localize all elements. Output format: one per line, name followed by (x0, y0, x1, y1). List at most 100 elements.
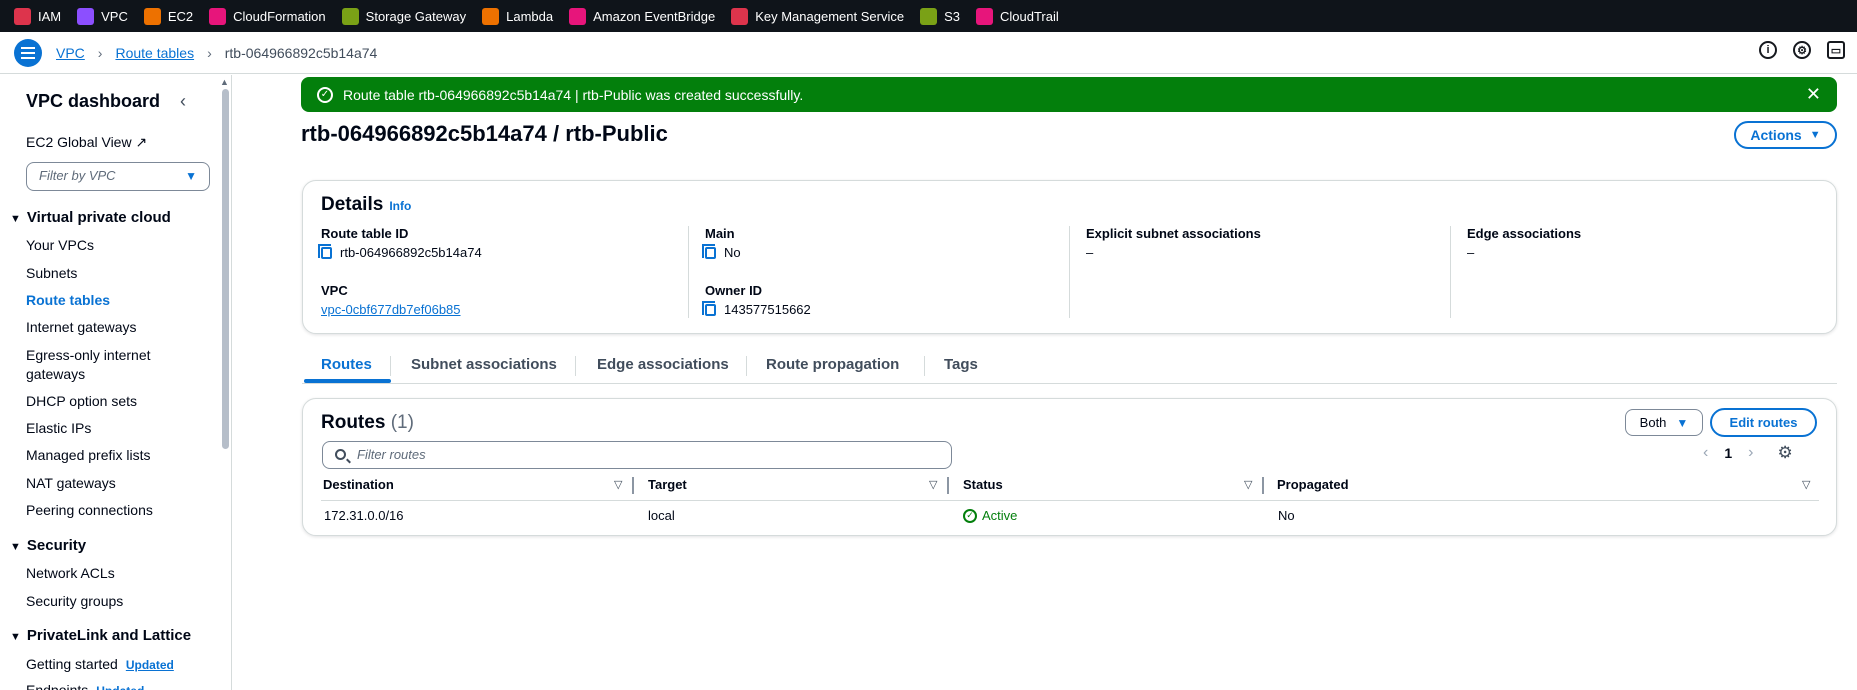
favorite-iam[interactable]: IAM (14, 7, 61, 25)
ec2-icon (143, 7, 161, 25)
sidebar-item-subnets[interactable]: Subnets (26, 265, 77, 281)
sidebar-item-dhcp-option-sets[interactable]: DHCP option sets (26, 393, 137, 409)
cloudformation-icon (209, 7, 227, 25)
settings-icon[interactable]: ⚙ (1793, 41, 1811, 59)
favorite-cloudtrail[interactable]: CloudTrail (975, 7, 1059, 25)
tab-edge-associations[interactable]: Edge associations (597, 356, 729, 373)
sidebar-item-getting-started[interactable]: Getting started Updated (26, 656, 174, 672)
header-tools: i ⚙ ▭ (1759, 41, 1845, 59)
breadcrumb-route-tables[interactable]: Route tables (115, 45, 194, 61)
sidebar-item-endpoints[interactable]: EndpointsUpdated (26, 682, 144, 690)
menu-toggle-button[interactable] (14, 38, 42, 67)
route-filter-select[interactable]: Both ▼ (1625, 409, 1703, 436)
copy-icon[interactable] (702, 300, 716, 316)
sort-icon[interactable]: ▽ (1244, 478, 1252, 491)
sidebar-item-route-tables[interactable]: Route tables (26, 292, 110, 308)
breadcrumb-bar: VPC › Route tables › rtb-064966892c5b14a… (0, 32, 1857, 74)
info-link[interactable]: Info (389, 199, 411, 213)
details-panel: Details Info Route table ID rtb-064966892… (302, 180, 1837, 334)
gear-icon[interactable]: ⚙ (1777, 443, 1792, 463)
caret-down-icon: ▼ (185, 169, 197, 183)
favorite-cloudformation[interactable]: CloudFormation (209, 7, 326, 25)
routes-heading: Routes (1) (321, 412, 414, 433)
filter-routes-input[interactable]: Filter routes (322, 441, 952, 469)
caret-down-icon: ▼ (1676, 415, 1689, 430)
tab-divider (390, 356, 391, 376)
sidebar-item-network-acls[interactable]: Network ACLs (26, 565, 115, 581)
favorite-kms[interactable]: Key Management Service (731, 7, 904, 25)
tab-route-propagation[interactable]: Route propagation (766, 356, 899, 373)
tab-tags[interactable]: Tags (944, 356, 978, 373)
sidebar-item-egress-only-gateways[interactable]: Egress-only internet (26, 347, 151, 363)
favorite-ec2[interactable]: EC2 (143, 7, 193, 25)
status-check-icon: ✓ (963, 508, 977, 523)
sidebar-item-egress-only-gateways-line2[interactable]: gateways (26, 366, 85, 382)
column-divider[interactable] (1262, 477, 1264, 494)
chevron-right-icon[interactable]: › (1748, 444, 1753, 462)
details-col-2: Main No Owner ID 143577515662 (688, 226, 1068, 318)
detail-tabs: Routes Subnet associations Edge associat… (302, 350, 1837, 384)
display-icon[interactable]: ▭ (1827, 41, 1845, 59)
explicit-subnet-label: Explicit subnet associations (1086, 226, 1261, 241)
page-number[interactable]: 1 (1724, 445, 1732, 461)
table-header-rule (321, 500, 1819, 501)
sort-icon[interactable]: ▽ (929, 478, 937, 491)
search-icon (335, 449, 346, 460)
route-table-id-label: Route table ID (321, 226, 409, 241)
sidebar-item-peering-connections[interactable]: Peering connections (26, 502, 153, 518)
chevron-left-icon[interactable]: ‹ (1703, 444, 1708, 462)
routes-count: (1) (390, 412, 414, 433)
sidebar-item-nat-gateways[interactable]: NAT gateways (26, 475, 116, 491)
explicit-subnet-value: – (1086, 245, 1094, 260)
flash-message: Route table rtb-064966892c5b14a74 | rtb-… (343, 86, 804, 103)
column-header-propagated[interactable]: Propagated (1277, 477, 1349, 492)
caret-down-icon: ▼ (10, 631, 21, 643)
breadcrumb-vpc[interactable]: VPC (56, 45, 85, 61)
section-virtual-private-cloud[interactable]: ▼ Virtual private cloud (10, 209, 171, 226)
details-heading: Details Info (321, 194, 412, 215)
actions-button[interactable]: Actions ▼ (1734, 121, 1837, 149)
favorite-eventbridge[interactable]: Amazon EventBridge (569, 7, 715, 25)
copy-icon[interactable] (318, 243, 332, 259)
tab-routes[interactable]: Routes (321, 356, 372, 373)
sidebar-title[interactable]: VPC dashboard (26, 91, 160, 112)
tab-subnet-associations[interactable]: Subnet associations (411, 356, 557, 373)
sort-icon[interactable]: ▽ (614, 478, 622, 491)
vpc-link[interactable]: vpc-0cbf677db7ef06b85 (321, 302, 681, 317)
routes-panel: Routes (1) Both ▼ Edit routes Filter rout… (302, 398, 1837, 536)
favorite-vpc[interactable]: VPC (77, 7, 128, 25)
column-header-status[interactable]: Status (963, 477, 1003, 492)
sidebar-item-internet-gateways[interactable]: Internet gateways (26, 319, 137, 335)
sort-icon[interactable]: ▽ (1802, 478, 1810, 491)
filter-by-vpc-select[interactable]: Filter by VPC ▼ (26, 162, 210, 191)
owner-id-value: 143577515662 (702, 300, 1068, 317)
copy-icon[interactable] (702, 243, 716, 259)
column-divider[interactable] (947, 477, 949, 494)
sidebar-item-security-groups[interactable]: Security groups (26, 593, 123, 609)
scroll-up-icon[interactable]: ▲ (220, 77, 229, 87)
details-col-3: Explicit subnet associations – (1069, 226, 1449, 318)
sidebar-item-managed-prefix-lists[interactable]: Managed prefix lists (26, 447, 151, 463)
cloudtrail-icon (975, 7, 993, 25)
favorite-lambda[interactable]: Lambda (482, 7, 553, 25)
close-icon[interactable]: ✕ (1806, 84, 1821, 105)
section-privatelink-lattice[interactable]: ▼ PrivateLink and Lattice (10, 627, 191, 644)
edge-associations-label: Edge associations (1467, 226, 1582, 241)
column-divider[interactable] (632, 477, 634, 494)
iam-icon (14, 7, 31, 25)
sidebar-item-ec2-global-view[interactable]: EC2 Global View ↗ (26, 134, 147, 151)
chevron-left-icon[interactable]: ‹ (180, 91, 186, 112)
caret-down-icon: ▼ (10, 541, 21, 553)
info-icon[interactable]: i (1759, 41, 1777, 59)
column-header-target[interactable]: Target (648, 477, 687, 492)
sidebar-item-your-vpcs[interactable]: Your VPCs (26, 237, 94, 253)
sidebar-scrollbar[interactable] (222, 89, 229, 449)
edit-routes-button[interactable]: Edit routes (1710, 408, 1817, 437)
cell-status: ✓ Active (963, 508, 1017, 523)
section-security[interactable]: ▼ Security (10, 537, 86, 554)
favorite-storage-gateway[interactable]: Storage Gateway (341, 7, 466, 25)
column-header-destination[interactable]: Destination (323, 477, 394, 492)
favorite-s3[interactable]: S3 (920, 7, 960, 25)
sidebar-item-elastic-ips[interactable]: Elastic IPs (26, 420, 91, 436)
updated-badge: Updated (96, 684, 144, 690)
